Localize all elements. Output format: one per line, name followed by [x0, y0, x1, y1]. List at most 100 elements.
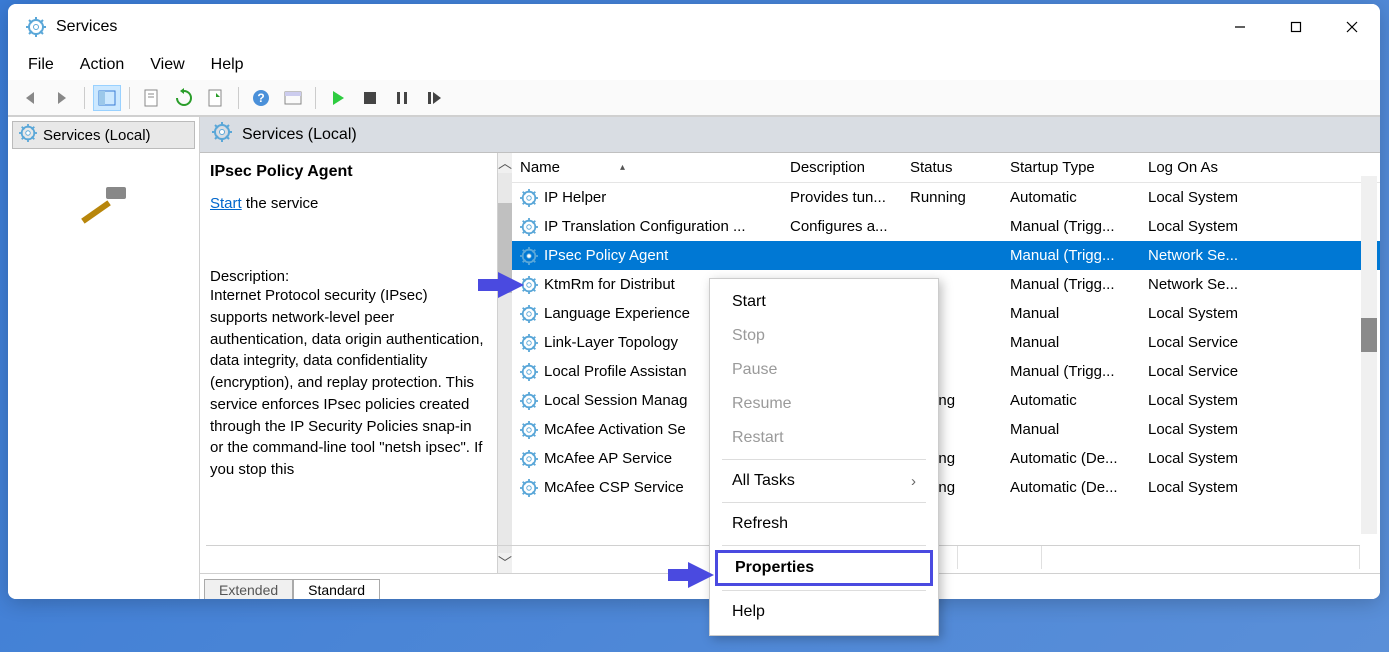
hammer-icon [74, 179, 134, 239]
service-row[interactable]: IP Translation Configuration ...Configur… [512, 212, 1380, 241]
toolbar-button[interactable] [279, 85, 307, 111]
service-row[interactable]: McAfee AP ServiceunningAutomatic (De...L… [512, 444, 1380, 473]
col-header-startup[interactable]: Startup Type [1002, 155, 1140, 180]
restart-service-button[interactable] [420, 85, 448, 111]
main-split: Services (Local) Services (Local) IPsec … [8, 116, 1380, 599]
export-button[interactable] [202, 85, 230, 111]
app-gear-icon [26, 17, 46, 37]
ctx-separator [722, 502, 926, 503]
help-button[interactable]: ? [247, 85, 275, 111]
ctx-refresh[interactable]: Refresh [712, 507, 936, 541]
service-row[interactable]: IP HelperProvides tun...RunningAutomatic… [512, 183, 1380, 212]
refresh-button[interactable] [170, 85, 198, 111]
service-name: McAfee Activation Se [544, 421, 686, 438]
service-logon: Local System [1140, 390, 1380, 411]
annotation-arrow-icon [478, 272, 524, 298]
pause-icon [392, 88, 412, 108]
close-icon [1346, 21, 1358, 33]
start-service-line: Start the service [210, 195, 489, 212]
service-row[interactable]: Local Session ManagunningAutomaticLocal … [512, 386, 1380, 415]
gear-icon [520, 189, 538, 207]
back-icon [20, 88, 40, 108]
start-service-button[interactable] [324, 85, 352, 111]
ctx-all-tasks[interactable]: All Tasks [712, 464, 936, 498]
titlebar: Services [8, 4, 1380, 50]
menubar: File Action View Help [8, 50, 1380, 80]
result-header-title: Services (Local) [242, 126, 357, 144]
scroll-track[interactable] [498, 173, 512, 553]
gear-icon [212, 122, 232, 147]
service-status [902, 254, 1002, 258]
service-row[interactable]: McAfee Activation Se ManualLocal System [512, 415, 1380, 444]
service-row[interactable]: IPsec Policy AgentManual (Trigg...Networ… [512, 241, 1380, 270]
service-startup: Manual [1002, 332, 1140, 353]
tab-extended[interactable]: Extended [204, 579, 293, 599]
maximize-button[interactable] [1268, 7, 1324, 47]
list-scrollbar[interactable] [1361, 176, 1377, 534]
col-header-description[interactable]: Description [782, 155, 902, 180]
menu-view[interactable]: View [138, 52, 196, 78]
service-name: Link-Layer Topology [544, 334, 678, 351]
restart-icon [424, 88, 444, 108]
menu-help[interactable]: Help [199, 52, 256, 78]
service-startup: Manual (Trigg... [1002, 361, 1140, 382]
ctx-help[interactable]: Help [712, 595, 936, 629]
list-scroll-thumb[interactable] [1361, 318, 1377, 352]
ctx-resume: Resume [712, 387, 936, 421]
toolbar-separator [84, 87, 85, 109]
service-name: KtmRm for Distribut [544, 276, 675, 293]
properties-button[interactable] [138, 85, 166, 111]
service-logon: Local System [1140, 419, 1380, 440]
gear-icon [520, 334, 538, 352]
service-logon: Network Se... [1140, 245, 1380, 266]
gear-icon [520, 450, 538, 468]
column-headers: Name ▴ Description Status Startup Type L… [512, 153, 1380, 183]
service-row[interactable]: Language ExperienceManualLocal System [512, 299, 1380, 328]
show-hide-tree-button[interactable] [93, 85, 121, 111]
menu-action[interactable]: Action [68, 52, 136, 78]
pause-service-button[interactable] [388, 85, 416, 111]
gear-icon [520, 479, 538, 497]
help-icon: ? [251, 88, 271, 108]
gear-icon [520, 363, 538, 381]
service-name: Language Experience [544, 305, 690, 322]
service-name: Local Session Manag [544, 392, 687, 409]
ctx-restart: Restart [712, 421, 936, 455]
service-row[interactable]: McAfee CSP ServiceunningAutomatic (De...… [512, 473, 1380, 502]
tab-standard[interactable]: Standard [293, 579, 380, 599]
service-startup: Manual (Trigg... [1002, 274, 1140, 295]
service-logon: Local Service [1140, 332, 1380, 353]
service-startup: Manual [1002, 303, 1140, 324]
service-status: Running [902, 187, 1002, 208]
service-description: Configures a... [782, 216, 902, 237]
col-header-name[interactable]: Name ▴ [512, 155, 782, 180]
services-list-pane: Name ▴ Description Status Startup Type L… [512, 153, 1380, 573]
service-row[interactable]: KtmRm for DistributManual (Trigg...Netwo… [512, 270, 1380, 299]
minimize-button[interactable] [1212, 7, 1268, 47]
properties-icon [142, 88, 162, 108]
detail-scrollbar[interactable]: ︿ ﹀ [498, 153, 512, 573]
service-row[interactable]: Local Profile AssistanManual (Trigg...Lo… [512, 357, 1380, 386]
col-header-status[interactable]: Status [902, 155, 1002, 180]
service-startup: Manual [1002, 419, 1140, 440]
window-controls [1212, 7, 1380, 47]
ctx-properties[interactable]: Properties [715, 550, 933, 586]
context-menu: Start Stop Pause Resume Restart All Task… [709, 278, 939, 636]
stop-service-button[interactable] [356, 85, 384, 111]
scroll-up-icon[interactable]: ︿ [498, 153, 512, 173]
ctx-start[interactable]: Start [712, 285, 936, 319]
gear-icon [520, 421, 538, 439]
annotation-arrow-icon [668, 562, 714, 588]
col-header-logon[interactable]: Log On As [1140, 155, 1380, 180]
service-name: McAfee CSP Service [544, 479, 684, 496]
service-logon: Local System [1140, 216, 1380, 237]
menu-file[interactable]: File [16, 52, 66, 78]
close-button[interactable] [1324, 7, 1380, 47]
start-service-link[interactable]: Start [210, 195, 242, 212]
ctx-pause: Pause [712, 353, 936, 387]
nav-back-button[interactable] [16, 85, 44, 111]
nav-forward-button[interactable] [48, 85, 76, 111]
sort-indicator-icon: ▴ [620, 162, 625, 173]
tree-node-services[interactable]: Services (Local) [12, 121, 195, 149]
service-row[interactable]: Link-Layer Topology ManualLocal Service [512, 328, 1380, 357]
